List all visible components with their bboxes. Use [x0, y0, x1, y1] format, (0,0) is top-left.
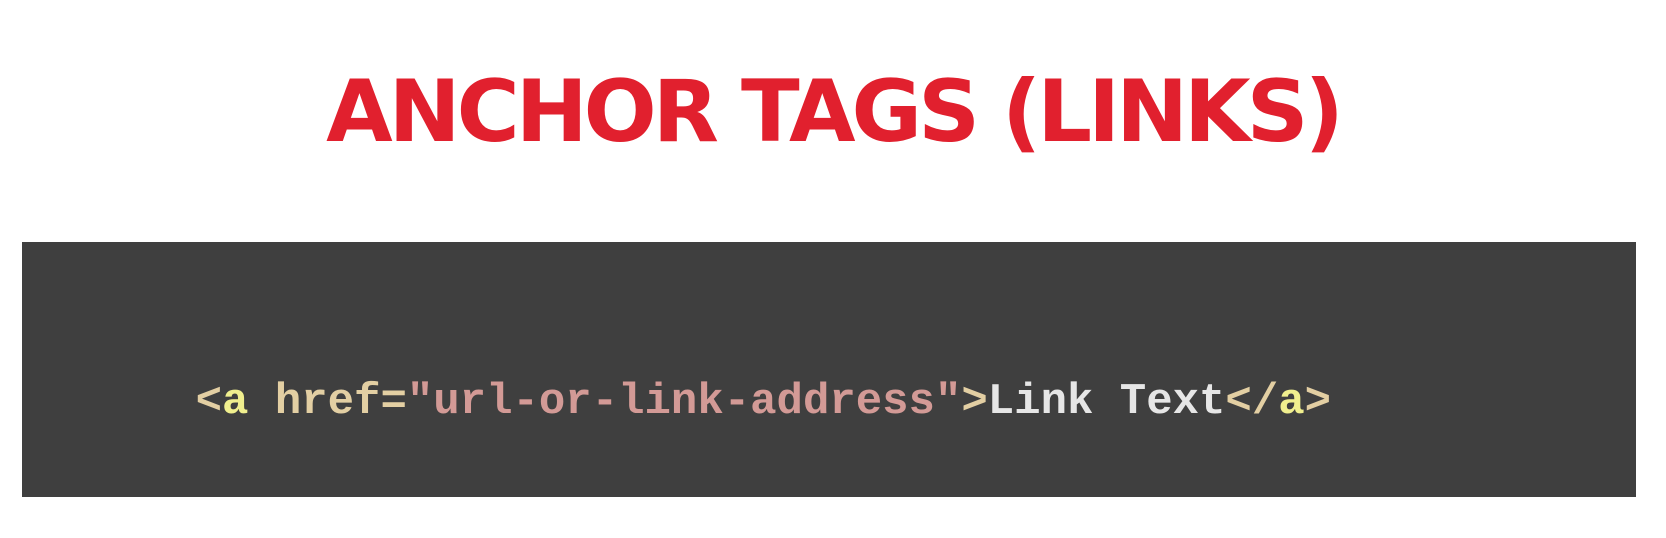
closing-tag-name: a	[1278, 377, 1305, 427]
code-line: <a href="url-or-link-address">Link Text<…	[90, 318, 1331, 486]
tag-close-bracket: >	[961, 377, 988, 427]
link-text: Link Text	[987, 377, 1226, 427]
attribute-name: href=	[248, 377, 407, 427]
closing-tag-close-bracket: >	[1304, 377, 1332, 427]
code-block: <a href="url-or-link-address">Link Text<…	[22, 242, 1636, 497]
tag-name: a	[222, 377, 249, 427]
attribute-value: "url-or-link-address"	[406, 377, 962, 427]
slide-title: ANCHOR TAGS (LINKS)	[326, 61, 1344, 162]
tag-open-bracket: <	[195, 377, 223, 427]
closing-tag-open-bracket: </	[1225, 377, 1279, 427]
